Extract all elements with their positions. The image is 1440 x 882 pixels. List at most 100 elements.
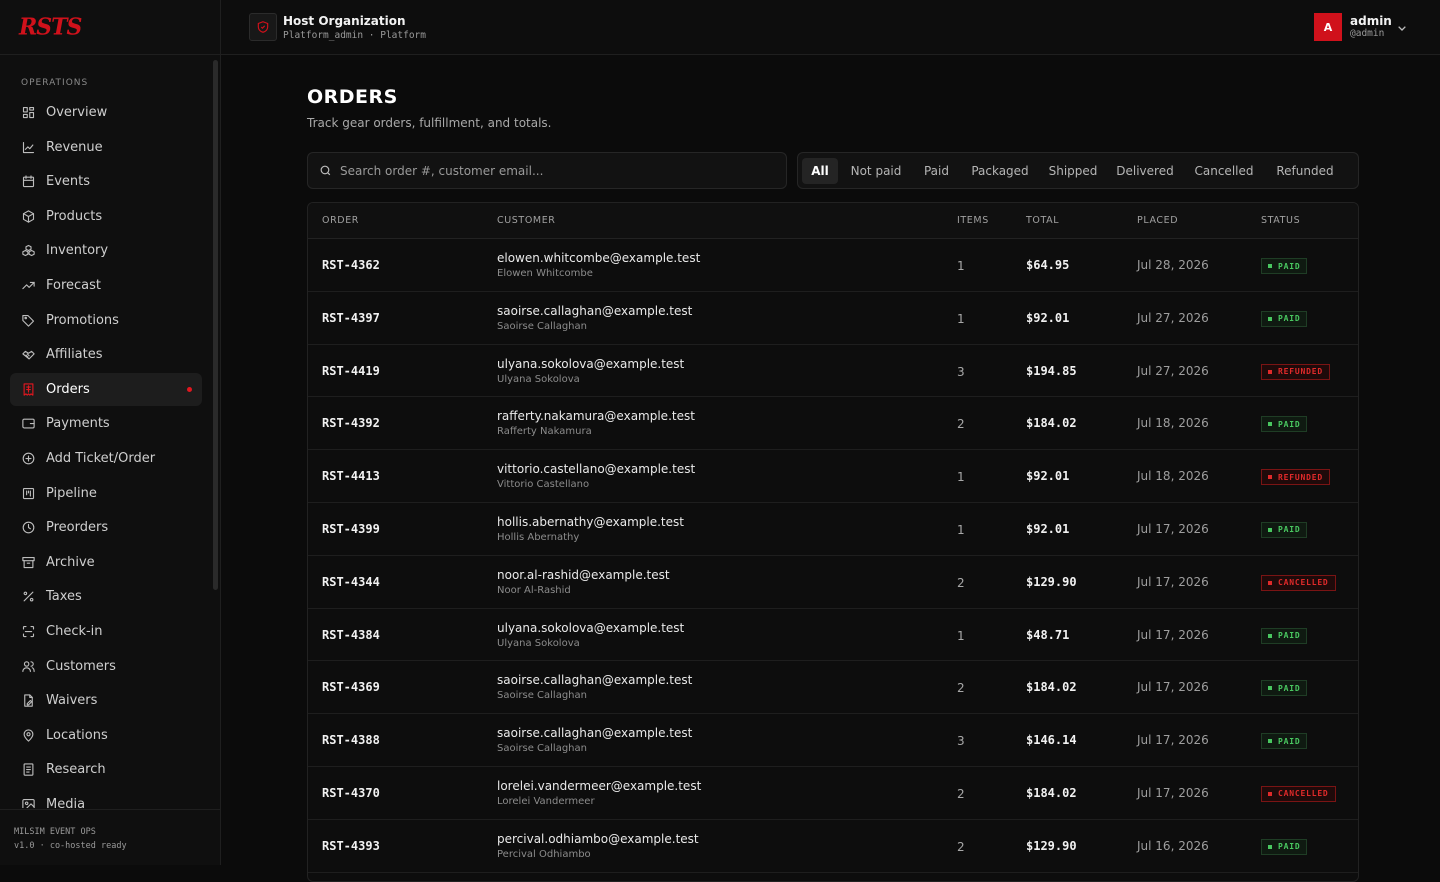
col-items[interactable]: ITEMS xyxy=(957,215,989,226)
table-row[interactable]: RST-4397 saoirse.callaghan@example.test Sa… xyxy=(308,292,1358,345)
sidebar-item-label: Waivers xyxy=(46,693,98,709)
filter-tab-packaged[interactable]: Packaged xyxy=(966,158,1034,184)
table-row[interactable]: RST-4392 rafferty.nakamura@example.test Ra… xyxy=(308,397,1358,451)
table-row[interactable]: RST-4388 saoirse.callaghan@example.test Sa… xyxy=(308,714,1358,767)
order-number[interactable]: RST-4393 xyxy=(322,839,380,853)
filter-tab-not-paid[interactable]: Not paid xyxy=(845,158,907,184)
order-number[interactable]: RST-4413 xyxy=(322,469,380,483)
sidebar-item-orders[interactable]: Orders xyxy=(10,372,202,406)
sidebar-item-add-ticket-order[interactable]: Add Ticket/Order xyxy=(10,442,202,475)
sidebar-item-archive[interactable]: Archive xyxy=(10,546,202,579)
wallet-icon xyxy=(20,416,36,432)
sidebar-item-products[interactable]: Products xyxy=(10,200,202,233)
sidebar-item-overview[interactable]: Overview xyxy=(10,96,202,129)
table-row[interactable]: RST-4413 vittorio.castellano@example.test… xyxy=(308,450,1358,503)
sidebar-item-preorders[interactable]: Preorders xyxy=(10,511,202,544)
col-total[interactable]: TOTAL xyxy=(1026,215,1059,226)
order-number[interactable]: RST-4344 xyxy=(322,575,380,589)
order-number[interactable]: RST-4419 xyxy=(322,364,380,378)
table-row[interactable]: RST-4419 ulyana.sokolova@example.test Ulya… xyxy=(308,345,1358,398)
sidebar-scrollbar-thumb[interactable] xyxy=(213,60,218,590)
sidebar-item-events[interactable]: Events xyxy=(10,165,202,198)
order-number[interactable]: RST-4370 xyxy=(322,786,380,800)
table-row[interactable]: RST-4384 ulyana.sokolova@example.test Ulya… xyxy=(308,609,1358,662)
sidebar-item-label: Check-in xyxy=(46,623,103,639)
table-row[interactable]: RST-4370 lorelei.vandermeer@example.test L… xyxy=(308,767,1358,820)
customer-name: Rafferty Nakamura xyxy=(497,426,592,438)
sidebar-item-research[interactable]: Research xyxy=(10,753,202,786)
order-number[interactable]: RST-4397 xyxy=(322,311,380,325)
filter-tab-cancelled[interactable]: Cancelled xyxy=(1189,158,1259,184)
status-label: PAID xyxy=(1278,525,1301,535)
sidebar-item-pipeline[interactable]: Pipeline xyxy=(10,477,202,510)
customer-email: saoirse.callaghan@example.test xyxy=(497,673,693,688)
org-name[interactable]: Host Organization xyxy=(283,14,406,28)
sidebar-item-label: Promotions xyxy=(46,312,119,328)
placed-date: Jul 17, 2026 xyxy=(1137,521,1209,536)
order-total: $92.01 xyxy=(1026,310,1070,325)
table-row[interactable]: RST-4369 saoirse.callaghan@example.test Sa… xyxy=(308,661,1358,715)
col-customer[interactable]: CUSTOMER xyxy=(497,215,556,226)
status-badge: PAID xyxy=(1261,733,1308,750)
sidebar-item-promotions[interactable]: Promotions xyxy=(10,304,202,337)
item-count: 3 xyxy=(957,734,965,749)
order-number[interactable]: RST-4392 xyxy=(322,416,380,430)
chevron-down-icon[interactable] xyxy=(1394,20,1410,36)
orders-table: ORDER CUSTOMER ITEMS TOTAL PLACED STATUS… xyxy=(307,202,1359,882)
status-dot xyxy=(1268,580,1272,585)
sidebar-item-affiliates[interactable]: Affiliates xyxy=(10,338,202,371)
filter-tab-paid[interactable]: Paid xyxy=(918,158,955,184)
sidebar-item-label: Archive xyxy=(46,554,95,570)
col-order[interactable]: ORDER xyxy=(322,215,359,226)
sidebar-item-locations[interactable]: Locations xyxy=(10,719,202,752)
order-total: $48.71 xyxy=(1026,627,1070,642)
search-box[interactable] xyxy=(307,152,787,189)
active-indicator xyxy=(187,386,192,392)
table-body: RST-4362 elowen.whitcombe@example.test Elo… xyxy=(308,239,1358,873)
sidebar-item-media[interactable]: Media xyxy=(10,788,202,808)
placed-date: Jul 16, 2026 xyxy=(1137,838,1209,853)
sidebar-item-payments[interactable]: Payments xyxy=(10,407,202,440)
filter-tab-delivered[interactable]: Delivered xyxy=(1112,158,1178,184)
sidebar-item-label: Forecast xyxy=(46,277,102,293)
org-badge[interactable] xyxy=(249,13,277,41)
logo[interactable]: RSTS xyxy=(19,13,82,40)
sidebar-item-label: Research xyxy=(46,762,106,778)
order-number[interactable]: RST-4369 xyxy=(322,680,380,694)
sidebar-item-inventory[interactable]: Inventory xyxy=(10,234,202,267)
order-number[interactable]: RST-4388 xyxy=(322,733,380,747)
user-name[interactable]: admin xyxy=(1350,14,1392,28)
scan-icon xyxy=(20,623,36,639)
sidebar-scrollbar[interactable] xyxy=(213,60,218,810)
status-dot xyxy=(1268,739,1272,744)
sidebar-item-waivers[interactable]: Waivers xyxy=(10,684,202,717)
sidebar-item-taxes[interactable]: Taxes xyxy=(10,580,202,613)
search-input[interactable] xyxy=(340,163,760,178)
status-dot xyxy=(1268,422,1272,427)
avatar[interactable]: A xyxy=(1314,13,1342,41)
item-count: 1 xyxy=(957,470,965,485)
status-dot xyxy=(1268,844,1272,849)
filter-tab-all[interactable]: All xyxy=(802,157,838,184)
filter-tab-refunded[interactable]: Refunded xyxy=(1270,158,1340,184)
sidebar-item-check-in[interactable]: Check-in xyxy=(10,615,202,648)
sidebar-item-label: Media xyxy=(46,796,86,808)
table-row[interactable]: RST-4399 hollis.abernathy@example.test Hol… xyxy=(308,503,1358,556)
col-placed[interactable]: PLACED xyxy=(1137,215,1178,226)
filter-tab-shipped[interactable]: Shipped xyxy=(1045,158,1101,184)
order-number[interactable]: RST-4399 xyxy=(322,522,380,536)
footer-version: v1.0 · co-hosted ready xyxy=(14,841,127,851)
order-number[interactable]: RST-4384 xyxy=(322,628,380,642)
sidebar-item-label: Pipeline xyxy=(46,485,97,501)
order-number[interactable]: RST-4362 xyxy=(322,258,380,272)
table-header: ORDER CUSTOMER ITEMS TOTAL PLACED STATUS xyxy=(308,203,1358,239)
table-row[interactable]: RST-4362 elowen.whitcombe@example.test Elo… xyxy=(308,239,1358,292)
order-total: $184.02 xyxy=(1026,416,1077,431)
col-status[interactable]: STATUS xyxy=(1261,215,1300,226)
sidebar-item-forecast[interactable]: Forecast xyxy=(10,269,202,302)
table-row[interactable]: RST-4344 noor.al-rashid@example.test Noor … xyxy=(308,556,1358,609)
sidebar-nav: OPERATIONS Overview Revenue Events Products… xyxy=(0,56,212,808)
sidebar-item-revenue[interactable]: Revenue xyxy=(10,131,202,164)
sidebar-item-customers[interactable]: Customers xyxy=(10,650,202,683)
placed-date: Jul 17, 2026 xyxy=(1137,680,1209,695)
